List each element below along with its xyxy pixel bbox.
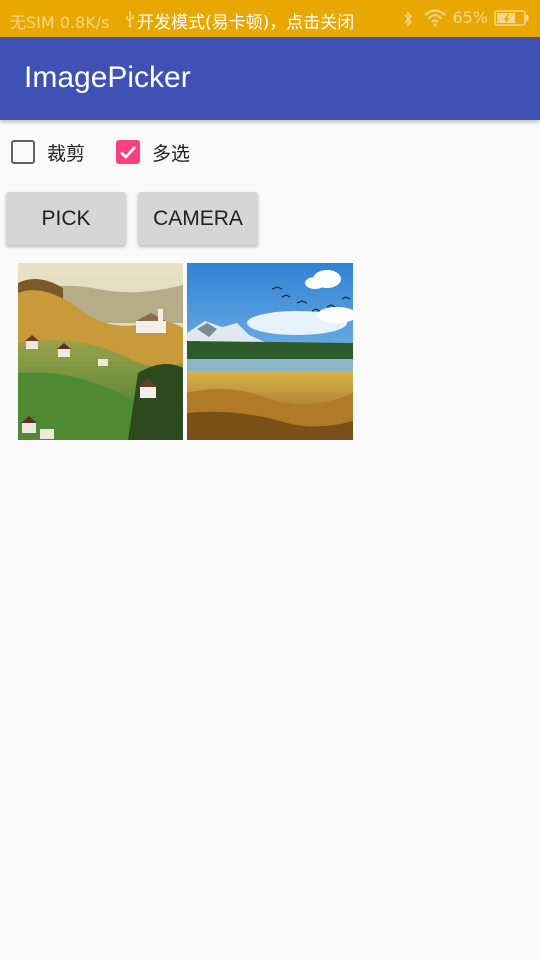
village-hillside-image — [18, 263, 183, 440]
developer-mode-notice[interactable]: 开发模式(易卡顿)，点击关闭 — [137, 8, 354, 33]
crop-label: 裁剪 — [47, 142, 86, 165]
checkmark-icon — [120, 146, 136, 159]
multi-select-label: 多选 — [152, 142, 191, 165]
battery-percent: 65% — [452, 8, 488, 27]
multi-select-checkbox[interactable] — [116, 140, 140, 164]
thumbnail-village[interactable] — [18, 263, 183, 440]
usb-icon — [126, 11, 134, 28]
thumbnail-lake[interactable] — [187, 263, 353, 440]
multi-select-option[interactable]: 多选 — [116, 136, 190, 168]
mountain-lake-image — [187, 263, 353, 440]
camera-button[interactable]: CAMERA — [138, 192, 258, 245]
battery-icon — [494, 9, 529, 26]
carrier-text: 无SIM — [10, 13, 55, 32]
bluetooth-icon — [404, 11, 412, 27]
crop-option[interactable]: 裁剪 — [11, 136, 85, 168]
net-speed-text: 0.8K/s — [59, 13, 110, 32]
app-title: ImagePicker — [24, 61, 191, 94]
status-bar: 无SIM 0.8K/s 开发模式(易卡顿)，点击关闭 65% — [0, 0, 540, 37]
status-left: 无SIM 0.8K/s — [10, 9, 109, 33]
crop-checkbox[interactable] — [11, 140, 35, 164]
status-right: 65% — [424, 8, 530, 27]
app-bar: ImagePicker — [0, 37, 540, 120]
pick-button[interactable]: PICK — [6, 192, 126, 245]
wifi-icon — [424, 9, 447, 27]
